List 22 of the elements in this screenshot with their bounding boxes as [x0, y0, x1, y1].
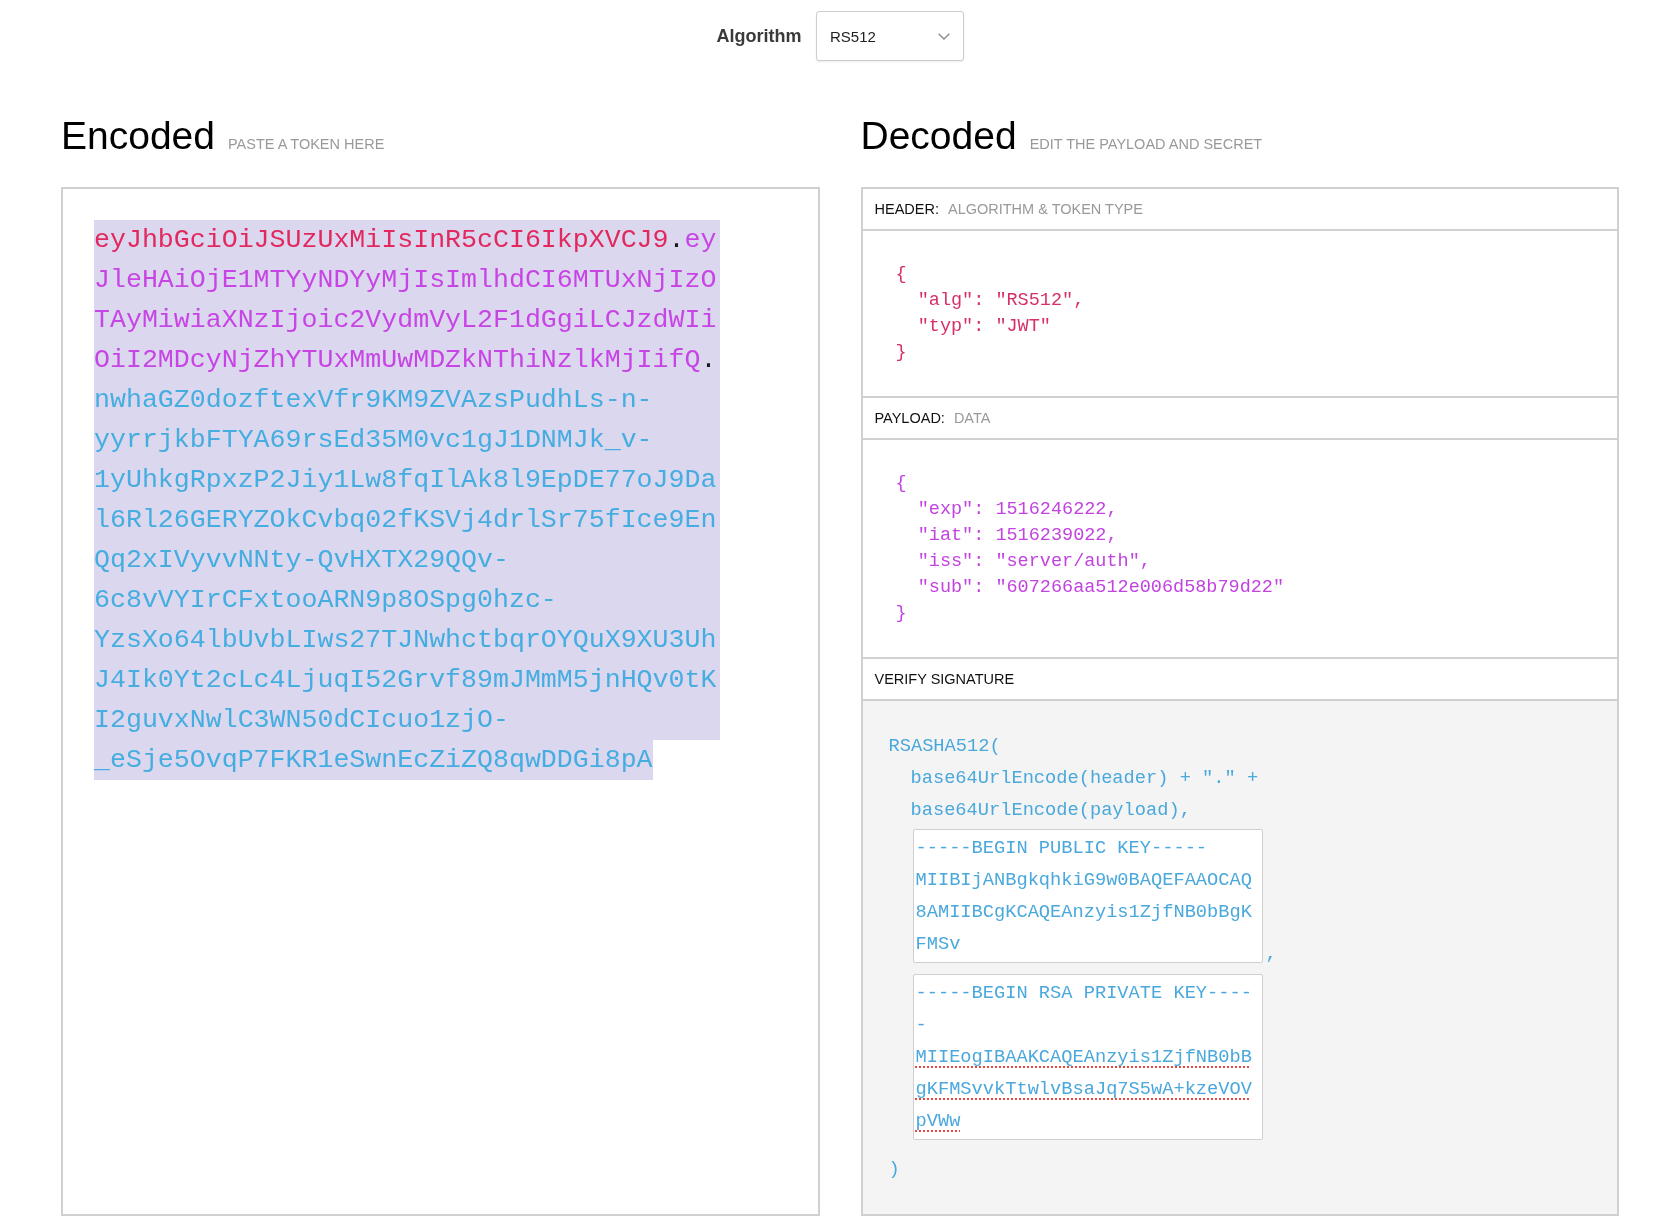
- json-code[interactable]: { "exp": 1516246222, "iat": 1516239022, "iss": "server/auth", "sub": "607266aa512e006d58b79d22" }: [895, 471, 1285, 627]
- section-heading: Decoded: [860, 113, 1017, 159]
- public-key-textarea[interactable]: -----BEGIN PUBLIC KEY----- MIIBIjANBgkqhkiG9w0BAQEFAAOCAQ8AMIIBCgKCAQEAnzyis1ZjfNB0bBgKFMSv: [912, 829, 1264, 963]
- algorithm-select[interactable]: RS512: [815, 11, 964, 61]
- code-line: RSASHA512(: [888, 734, 1001, 759]
- private-key-textarea[interactable]: -----BEGIN RSA PRIVATE KEY----- MIIEogIBAAKCAQEAnzyis1ZjfNB0bBgKFMSvvkTtwlvBsaJq7S5wA+kzeVOVpVWw: [912, 974, 1264, 1140]
- token-textarea[interactable]: eyJhbGciOiJSUzUxMiIsInR5cCI6IkpXVCJ9.eyJleHAiOjE1MTYyNDYyMjIsImlhdCI6MTUxNjIzOTAyMiwiaXNzIjoic2VydmVyL2F1dGgiLCJzdWIiOiI2MDcyNjZhYTUxMmUwMDZkNThiNzlkMjIifQ. nwhaGZ0dozftexVfr9KM9ZVAzsPudhLs-n-yyrrjkbFTYA69rsEd35M0vc1gJ1DNMJk_v-1yUhkgRpxzP2Jiy1Lw8fqIlAk8l9EpDE77oJ9Dal6Rl26GERYZOkCvbq02fKSVj4drlSr75fIce9EnQq2xIVyvvNNty-QvHXTX29QQv-6c8vVYIrCFxtooARN9p8OSpg0hzc-YzsXo64lbUvbLIws27TJNwhctbqrOYQuX9XU3UhJ4Ik0Yt2cLc4LjuqI52Grvf89mJMmM5jnHQv0tKI2guvxNwlC3WN50dCIcuo1zjO-_eSje5OvqP7FKR1eSwnEcZiZQ8qwDDGi8pA: [61, 187, 820, 1216]
- code-line: base64UrlEncode(payload),: [910, 798, 1191, 823]
- chevron-down-icon: [937, 32, 950, 40]
- section-sublabel: DATA: [953, 410, 991, 426]
- section-label: HEADER:: [874, 201, 939, 217]
- json-code[interactable]: { "alg": "RS512", "typ": "JWT" }: [895, 262, 1085, 366]
- section-hint: EDIT THE PAYLOAD AND SECRET: [1029, 136, 1263, 152]
- algorithm-label: Algorithm: [716, 25, 802, 47]
- section-label: PAYLOAD:: [874, 410, 945, 426]
- code-line: base64UrlEncode(header) + "." +: [910, 766, 1259, 791]
- closing-parenthesis: ): [888, 1157, 900, 1182]
- section-heading: Encoded: [61, 113, 215, 159]
- section-sublabel: ALGORITHM & TOKEN TYPE: [947, 201, 1143, 217]
- section-hint: PASTE A TOKEN HERE: [227, 136, 385, 152]
- section-label: VERIFY SIGNATURE: [874, 671, 1015, 687]
- separator-comma: ,: [1265, 945, 1277, 963]
